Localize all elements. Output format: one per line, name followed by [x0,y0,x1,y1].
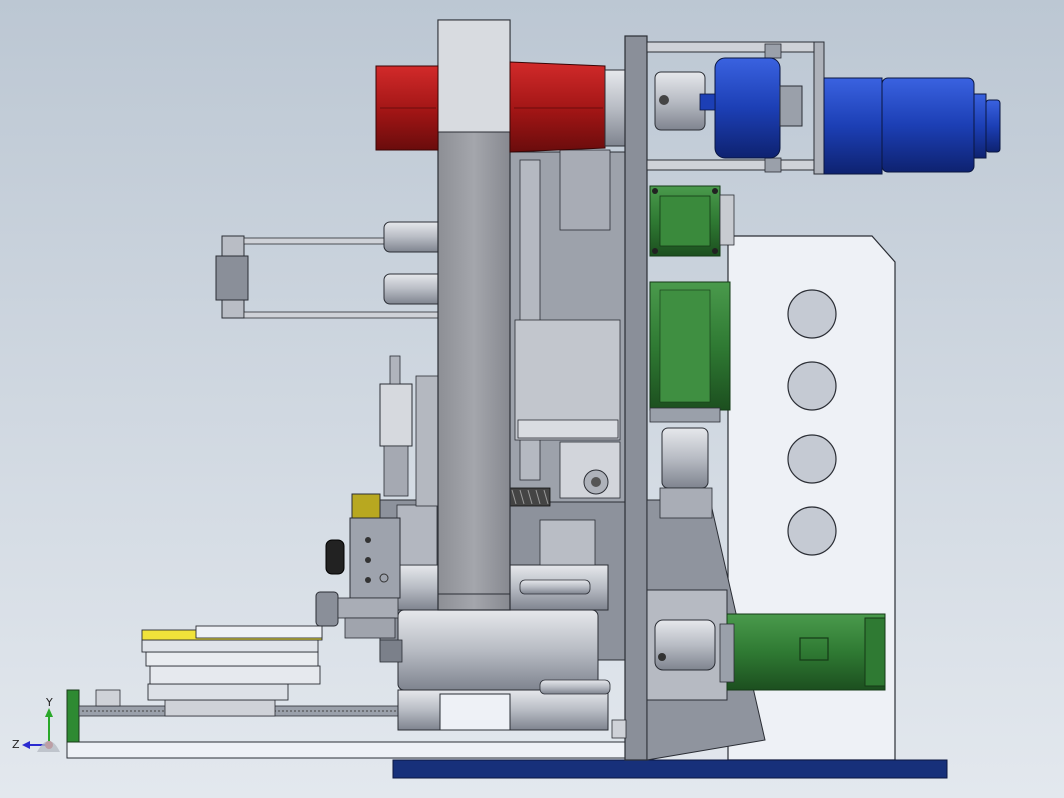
middle-stepper-motor[interactable] [649,185,735,519]
top-servo-motor[interactable] [646,41,1001,175]
assembly-model[interactable]: Y Z [0,0,1064,798]
base-rail[interactable] [392,759,948,779]
cad-viewport[interactable]: Y Z [0,0,1064,798]
adjust-knob[interactable] [325,539,345,575]
center-frame[interactable] [509,149,626,507]
axis-triad: Y Z [12,696,60,752]
bottom-servo-motor[interactable] [719,613,886,691]
work-table-stack[interactable] [141,625,323,701]
plate-hole [787,361,837,411]
plate-hole [787,289,837,339]
axis-z-label: Z [12,738,20,751]
plate-hole [787,434,837,484]
mounting-plate[interactable] [624,35,648,761]
plate-hole [787,506,837,556]
axis-y-label: Y [45,696,53,709]
drive-belt[interactable] [437,19,511,611]
